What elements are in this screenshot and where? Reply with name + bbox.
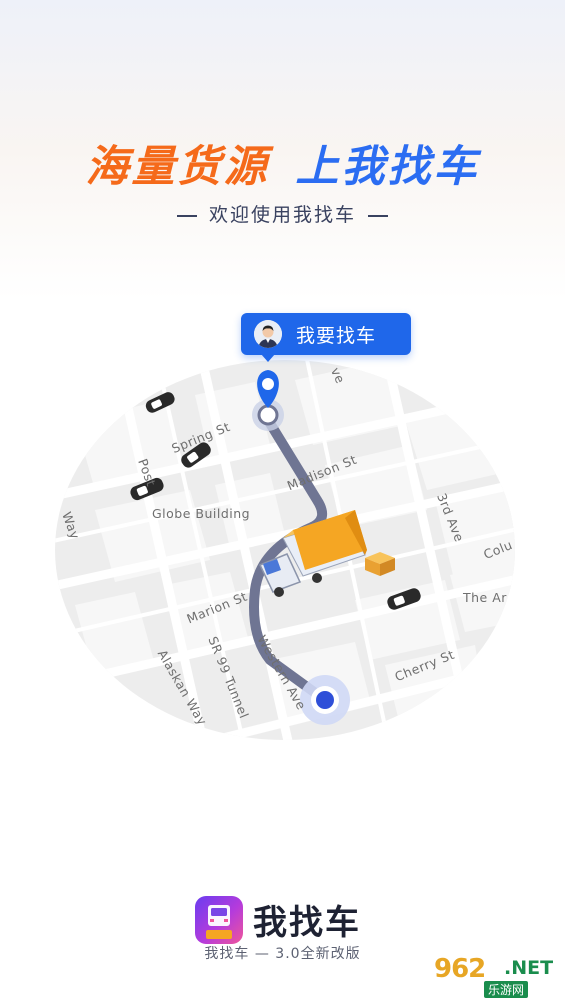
watermark: 962 .NET 乐游网 [428,952,558,1000]
street-label: The Ar [463,590,507,605]
street-label: Globe Building [152,506,251,521]
subtitle-text: 欢迎使用我找车 [208,204,356,226]
bubble-label: 我要找车 [296,324,377,347]
headline-blue: 上我找车 [295,142,480,192]
truck-front-icon [206,904,232,939]
headline: 海量货源 上我找车 [0,132,565,194]
watermark-net: .NET [504,957,554,979]
driver-avatar-icon [254,320,282,348]
brand: 我找车 [195,895,361,944]
headline-orange: 海量货源 [85,142,270,192]
parcel-icon [365,552,395,576]
subtitle-row: 欢迎使用我找车 [0,200,565,227]
find-truck-bubble[interactable]: 我要找车 [241,313,411,362]
brand-name: 我找车 [253,903,361,943]
app-logo-icon [195,895,243,944]
subtitle-dash-right [368,214,388,217]
watermark-site: 乐游网 [484,981,529,998]
subtitle-dash-left [176,214,197,217]
watermark-number: 962 [434,954,486,984]
route-map[interactable]: Spring St Madison St Globe Building 3rd … [55,360,515,740]
avatar [254,320,282,348]
